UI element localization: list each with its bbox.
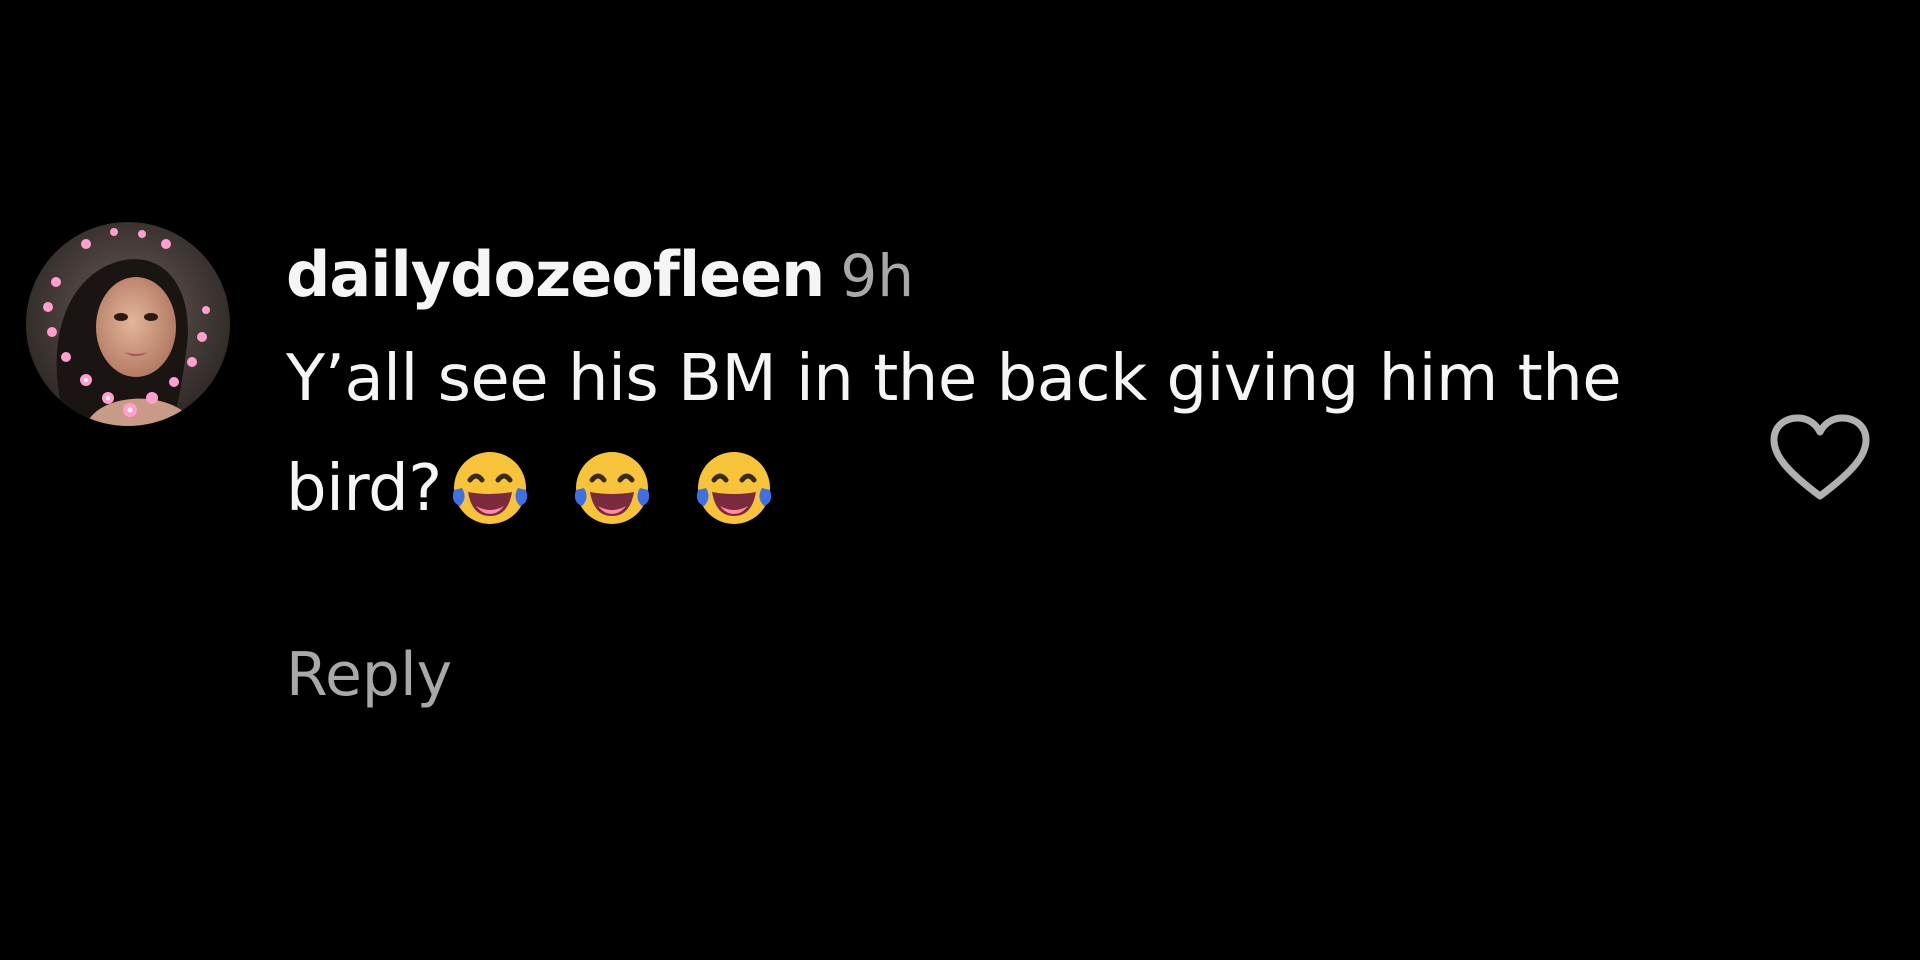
- reply-button[interactable]: Reply: [286, 640, 452, 710]
- heart-outline-icon: [1770, 414, 1870, 500]
- avatar-photo: [26, 222, 230, 426]
- face-with-tears-of-joy-icon: [570, 446, 654, 530]
- timestamp[interactable]: 9h: [840, 242, 914, 310]
- comment-body: dailydozeofleen 9h Y’all see his BM in t…: [286, 238, 1686, 544]
- comment: dailydozeofleen 9h Y’all see his BM in t…: [0, 0, 1920, 960]
- username-link[interactable]: dailydozeofleen: [286, 238, 825, 311]
- face-with-tears-of-joy-icon: [448, 446, 532, 530]
- avatar[interactable]: [26, 222, 230, 426]
- face-with-tears-of-joy-icon: [692, 446, 776, 530]
- like-button[interactable]: [1768, 412, 1872, 504]
- emoji-group: [448, 446, 776, 530]
- comment-text-container: Y’all see his BM in the back giving him …: [286, 324, 1666, 544]
- comment-header: dailydozeofleen 9h: [286, 238, 1686, 322]
